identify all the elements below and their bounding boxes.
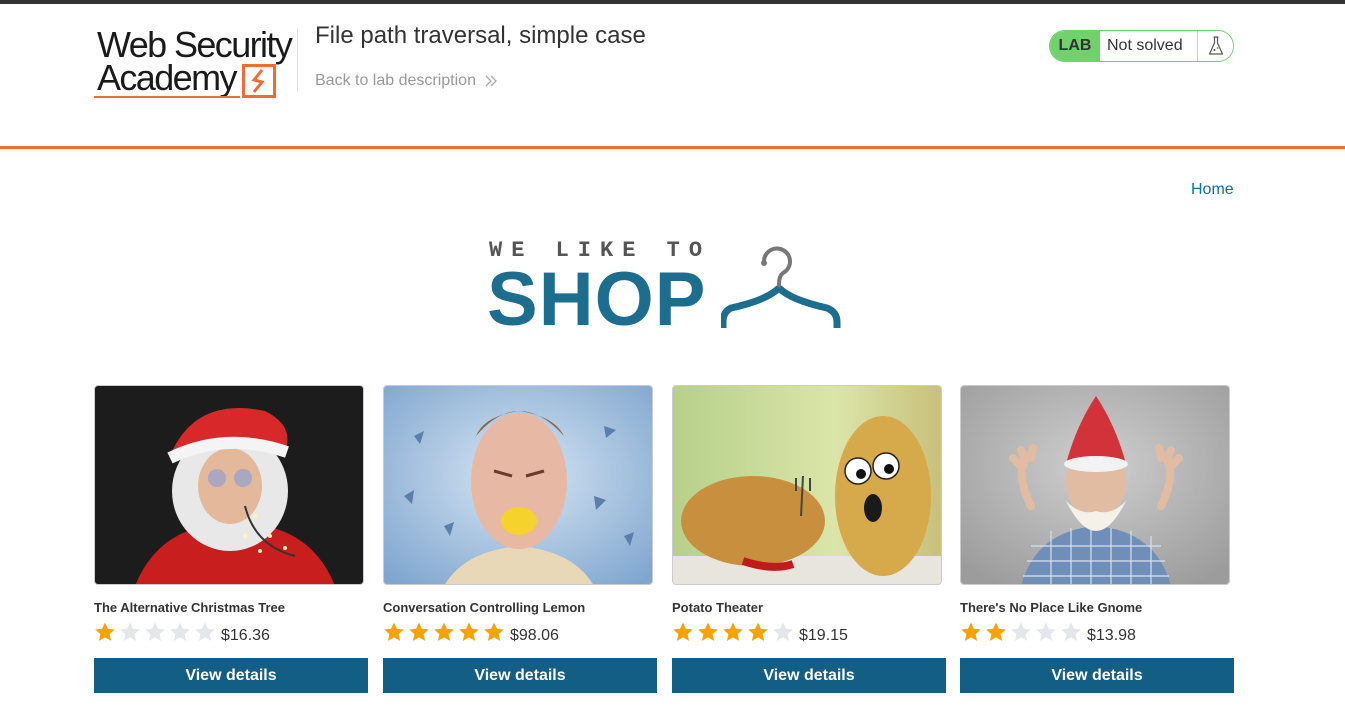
back-to-lab-description-link[interactable]: Back to lab description — [315, 72, 498, 90]
rating-stars — [94, 621, 219, 643]
we-like-to-shop-banner: WE LIKE TO SHOP — [487, 238, 842, 338]
header-divider — [297, 28, 298, 92]
product-image-lemon[interactable] — [383, 385, 653, 585]
product-rating: $98.06 — [383, 621, 559, 644]
product-name: Conversation Controlling Lemon — [383, 600, 586, 615]
web-security-academy-logo[interactable]: Web Security Academy — [94, 27, 296, 102]
logo-mark-icon — [242, 64, 276, 98]
nav-home-link[interactable]: Home — [1191, 181, 1234, 199]
star-empty-icon — [120, 622, 140, 641]
site-header: Web Security Academy File path traversal… — [0, 4, 1345, 146]
product-image-gnome[interactable] — [960, 385, 1230, 585]
product-price: $16.36 — [221, 627, 270, 644]
flask-icon — [1208, 36, 1223, 55]
star-empty-icon — [1011, 622, 1031, 641]
lab-badge: LAB — [1050, 31, 1100, 61]
potato-photo — [673, 386, 941, 584]
star-empty-icon — [773, 622, 793, 641]
star-filled-icon — [484, 622, 504, 641]
logo-underline — [94, 96, 240, 98]
gnome-photo — [961, 386, 1229, 584]
star-filled-icon — [409, 622, 429, 641]
product-price: $19.15 — [799, 627, 848, 644]
rating-stars — [672, 621, 797, 643]
product-rating: $16.36 — [94, 621, 270, 644]
star-empty-icon — [170, 622, 190, 641]
logo-line2: Academy — [97, 57, 237, 98]
star-filled-icon — [748, 622, 768, 641]
star-filled-icon — [986, 622, 1006, 641]
star-filled-icon — [673, 622, 693, 641]
product-rating: $13.98 — [960, 621, 1136, 644]
product-name: The Alternative Christmas Tree — [94, 600, 285, 615]
christmas-tree-photo — [95, 386, 363, 584]
rating-stars — [383, 621, 508, 643]
star-filled-icon — [434, 622, 454, 641]
banner-line2: SHOP — [487, 257, 707, 342]
star-filled-icon — [698, 622, 718, 641]
star-empty-icon — [145, 622, 165, 641]
product-price: $98.06 — [510, 627, 559, 644]
product-rating: $19.15 — [672, 621, 848, 644]
star-filled-icon — [95, 622, 115, 641]
star-filled-icon — [961, 622, 981, 641]
lab-state-label: Not solved — [1100, 31, 1198, 61]
view-details-button[interactable]: View details — [383, 658, 657, 693]
star-filled-icon — [723, 622, 743, 641]
product-name: There's No Place Like Gnome — [960, 600, 1143, 615]
double-chevron-right-icon — [485, 75, 497, 87]
star-filled-icon — [384, 622, 404, 641]
back-link-label: Back to lab description — [315, 72, 476, 89]
view-details-button[interactable]: View details — [94, 658, 368, 693]
rating-stars — [960, 621, 1085, 643]
star-filled-icon — [459, 622, 479, 641]
view-details-button[interactable]: View details — [960, 658, 1234, 693]
view-details-button[interactable]: View details — [672, 658, 946, 693]
star-empty-icon — [195, 622, 215, 641]
lab-status-widget: LAB Not solved — [1049, 30, 1234, 62]
product-price: $13.98 — [1087, 627, 1136, 644]
star-empty-icon — [1061, 622, 1081, 641]
coat-hanger-icon — [721, 246, 841, 328]
lab-title: File path traversal, simple case — [315, 22, 646, 49]
product-name: Potato Theater — [672, 600, 764, 615]
lemon-photo — [384, 386, 652, 584]
header-orange-rule — [0, 146, 1345, 149]
star-empty-icon — [1036, 622, 1056, 641]
product-image-christmas-tree[interactable] — [94, 385, 364, 585]
lab-flask-icon[interactable] — [1198, 31, 1233, 61]
product-image-potato[interactable] — [672, 385, 942, 585]
